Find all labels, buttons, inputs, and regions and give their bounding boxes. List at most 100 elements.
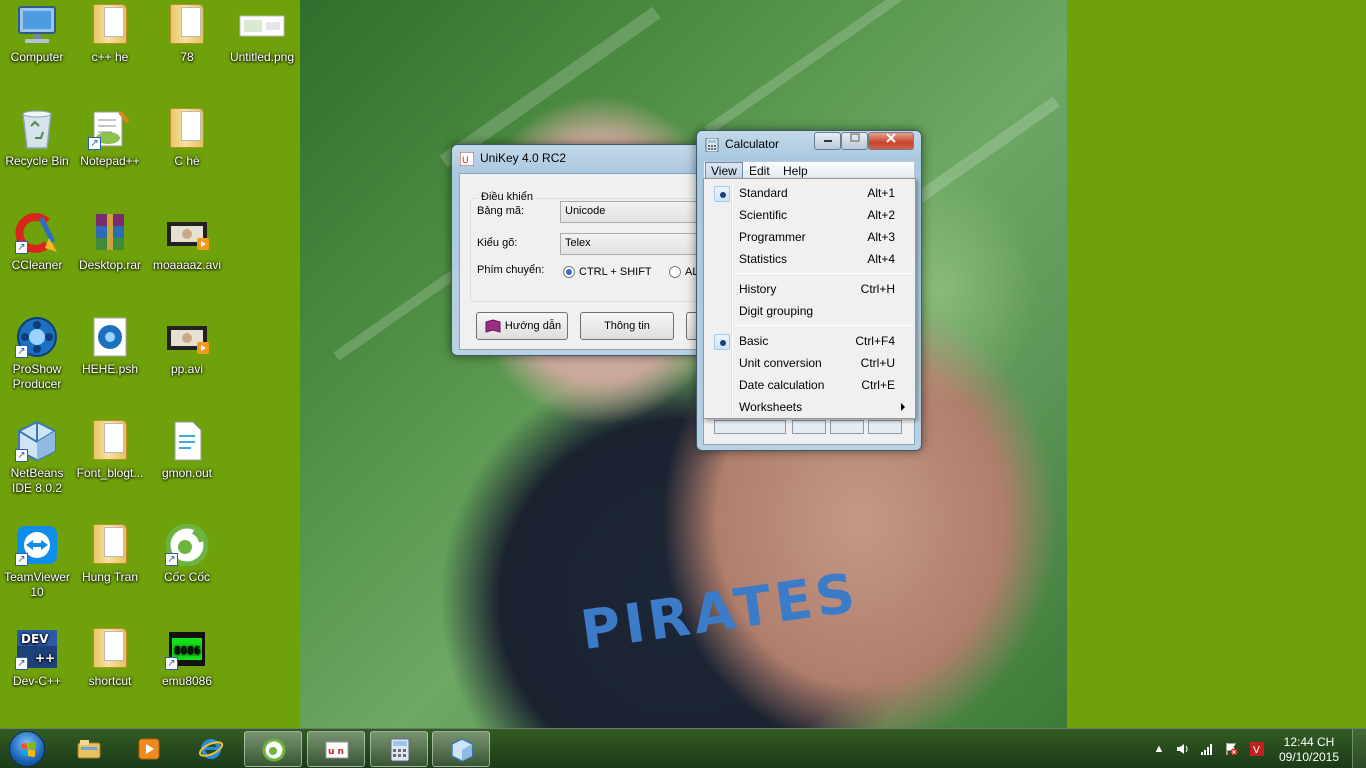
menu-item-label: Scientific xyxy=(739,208,788,222)
unikey-titlebar[interactable]: U UniKey 4.0 RC2 xyxy=(452,145,710,173)
network-signal-icon[interactable] xyxy=(1200,742,1214,756)
taskbar-button-media-player[interactable] xyxy=(120,731,178,767)
desktop-icon-desktop-rar[interactable]: Desktop.rar xyxy=(73,212,147,273)
input-method-label: Kiểu gõ: xyxy=(477,237,518,249)
clock[interactable]: 12:44 CH 09/10/2015 xyxy=(1276,735,1342,765)
menu-item-worksheets[interactable]: Worksheets xyxy=(706,396,913,418)
media-player-icon xyxy=(137,737,161,761)
unikey-client: Điều khiển Bảng mã: Unicode Kiểu gõ: Tel… xyxy=(459,173,760,350)
desktop-icon-hehe-psh[interactable]: HEHE.psh xyxy=(73,316,147,377)
key-decimal[interactable] xyxy=(792,420,826,434)
desktop-icon-hung-tran[interactable]: Hung Tran xyxy=(73,524,147,585)
menu-item-digit-grouping[interactable]: Digit grouping xyxy=(706,300,913,322)
menu-item-basic[interactable]: Basic Ctrl+F4 xyxy=(706,330,913,352)
radio-bullet-icon xyxy=(714,334,730,350)
calculator-titlebar[interactable]: Calculator xyxy=(697,131,921,159)
devcpp-icon: DEV ++ ↗ xyxy=(13,628,61,670)
menu-item-unit-conversion[interactable]: Unit conversion Ctrl+U xyxy=(706,352,913,374)
switch-ctrl-shift-radio[interactable] xyxy=(563,266,575,278)
svg-text:V: V xyxy=(1253,745,1260,756)
unikey-window[interactable]: U UniKey 4.0 RC2 Điều khiển Bảng mã: Uni… xyxy=(451,144,760,356)
svg-text:++: ++ xyxy=(35,651,55,665)
maximize-icon xyxy=(849,133,860,142)
unikey-title: UniKey 4.0 RC2 xyxy=(480,151,567,165)
desktop-icon-moaaaaz-avi[interactable]: moaaaaz.avi xyxy=(150,212,224,273)
internet-explorer-icon xyxy=(198,737,224,761)
folder-icon xyxy=(163,4,211,46)
switch-alt-z-radio[interactable] xyxy=(669,266,681,278)
clock-time: 12:44 CH xyxy=(1283,735,1335,749)
show-desktop-button[interactable] xyxy=(1352,729,1366,768)
desktop-icon-emu8086[interactable]: 8086 ↗ emu8086 xyxy=(150,628,224,689)
start-button[interactable] xyxy=(4,729,50,768)
radio-bullet-icon xyxy=(714,186,730,202)
menu-item-shortcut: Alt+4 xyxy=(867,252,895,266)
menu-item-statistics[interactable]: Statistics Alt+4 xyxy=(706,248,913,270)
desktop-icon-label: 78 xyxy=(180,50,194,64)
desktop-icon-notepad[interactable]: ↗ Notepad++ xyxy=(73,108,147,169)
taskbar-button-coccoc[interactable] xyxy=(244,731,302,767)
folder-icon xyxy=(86,4,134,46)
unikey-tray-icon[interactable]: V xyxy=(1250,742,1264,756)
notepadpp-icon: ↗ xyxy=(86,108,134,150)
shortcut-arrow-icon: ↗ xyxy=(15,345,28,358)
proshow-file-icon xyxy=(86,316,134,358)
menu-item-standard[interactable]: Standard Alt+1 xyxy=(706,182,913,204)
taskbar-button-windows-explorer[interactable] xyxy=(60,731,118,767)
taskbar-button-netbeans[interactable] xyxy=(432,731,490,767)
desktop-icon-font-blogt[interactable]: Font_blogt... xyxy=(73,420,147,481)
menu-edit[interactable]: Edit xyxy=(744,164,775,178)
key-equals[interactable] xyxy=(868,420,902,434)
taskbar-button-unikey[interactable]: u n xyxy=(307,731,365,767)
maximize-button[interactable] xyxy=(841,132,868,150)
desktop-icon-untitled-png[interactable]: Untitled.png xyxy=(225,4,299,65)
coccoc-icon: ↗ xyxy=(163,523,211,567)
desktop-icon-c-c-c-c[interactable]: ↗ Cốc Cốc xyxy=(150,523,224,585)
key-add[interactable] xyxy=(830,420,864,434)
help-button[interactable]: Hướng dẫn xyxy=(476,312,568,340)
svg-text:8086: 8086 xyxy=(174,644,201,657)
menu-item-label: Programmer xyxy=(739,230,806,244)
menu-help[interactable]: Help xyxy=(778,164,813,178)
menu-item-programmer[interactable]: Programmer Alt+3 xyxy=(706,226,913,248)
taskbar-button-calculator[interactable] xyxy=(370,731,428,767)
info-button[interactable]: Thông tin xyxy=(580,312,674,340)
minimize-button[interactable] xyxy=(814,132,841,150)
desktop-icon-label: CCleaner xyxy=(11,258,63,272)
desktop-icon-dev-c[interactable]: DEV ++ ↗ Dev-C++ xyxy=(0,628,74,689)
desktop-icon-teamviewer-10[interactable]: ↗ TeamViewer 10 xyxy=(0,524,74,600)
ccleaner-icon: ↗ xyxy=(13,212,61,254)
key-zero[interactable] xyxy=(714,420,786,434)
desktop-icon-recycle-bin[interactable]: Recycle Bin xyxy=(0,108,74,169)
menu-item-shortcut: Ctrl+U xyxy=(860,356,895,370)
desktop-icon-pp-avi[interactable]: pp.avi xyxy=(150,316,224,377)
desktop-icon-netbeans-ide-8-0-2[interactable]: ↗ NetBeans IDE 8.0.2 xyxy=(0,420,74,496)
desktop-icon-computer[interactable]: Computer xyxy=(0,4,74,65)
menu-item-shortcut: Alt+3 xyxy=(867,230,895,244)
desktop-icon-ccleaner[interactable]: ↗ CCleaner xyxy=(0,212,74,273)
desktop-icon-label: NetBeans IDE 8.0.2 xyxy=(10,466,64,495)
desktop-icon-c-he[interactable]: c++ he xyxy=(73,4,147,65)
clock-date: 09/10/2015 xyxy=(1278,750,1340,764)
menu-item-history[interactable]: History Ctrl+H xyxy=(706,278,913,300)
desktop-icon-78[interactable]: 78 xyxy=(150,4,224,65)
menu-item-date-calculation[interactable]: Date calculation Ctrl+E xyxy=(706,374,913,396)
volume-icon[interactable] xyxy=(1176,742,1190,756)
taskbar-button-internet-explorer[interactable] xyxy=(182,731,240,767)
show-hidden-icons-icon[interactable]: ▲ xyxy=(1152,742,1166,756)
close-button[interactable] xyxy=(868,132,914,150)
coccoc-icon xyxy=(262,738,286,762)
menu-item-scientific[interactable]: Scientific Alt+2 xyxy=(706,204,913,226)
desktop-icon-c-h[interactable]: C hè xyxy=(150,108,224,169)
desktop-icon-proshow-producer[interactable]: ↗ ProShow Producer xyxy=(0,316,74,392)
charset-label: Bảng mã: xyxy=(477,205,525,217)
desktop-icon-gmon-out[interactable]: gmon.out xyxy=(150,420,224,481)
winrar-archive-icon xyxy=(86,212,134,254)
close-icon xyxy=(886,133,896,143)
proshow-icon: ↗ xyxy=(13,316,61,358)
desktop-icon-shortcut[interactable]: shortcut xyxy=(73,628,147,689)
text-file-icon xyxy=(163,420,211,462)
action-center-flag-icon[interactable] xyxy=(1224,742,1238,756)
unikey-icon: u n xyxy=(325,738,349,762)
submenu-arrow-icon xyxy=(901,403,905,411)
